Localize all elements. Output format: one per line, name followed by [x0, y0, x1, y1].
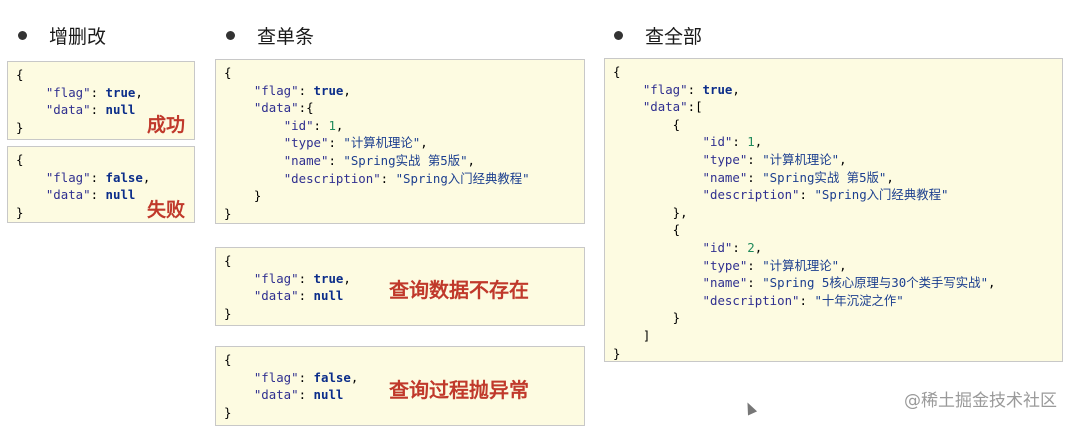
json-key: "type" — [283, 135, 329, 151]
json-key: "description" — [702, 292, 800, 308]
bullet-icon — [226, 31, 235, 40]
json-key: "flag" — [642, 81, 688, 97]
code-line: { — [224, 352, 232, 367]
json-key: "data" — [45, 187, 91, 203]
code-line: }, — [613, 204, 688, 220]
code-line: { — [224, 253, 232, 268]
code-line: "flag": false, — [45, 169, 151, 185]
bullet-icon — [614, 31, 623, 40]
annotation-not-found: 查询数据不存在 — [389, 278, 529, 302]
json-key: "name" — [702, 275, 748, 291]
json-value: "Spring实战 第5版" — [762, 169, 887, 185]
code-line: "name": "Spring实战 第5版", — [702, 169, 894, 185]
code-box-get-all: { "flag": true, "data":[ { "id": 1, "typ… — [604, 58, 1063, 362]
code-line: "type": "计算机理论", — [702, 257, 847, 273]
json-key: "name" — [283, 152, 329, 168]
json-key: "type" — [702, 151, 748, 167]
json-value: false — [105, 169, 143, 185]
json-key: "data" — [253, 288, 299, 304]
code-line: "data":{ — [253, 100, 314, 116]
code-line: "id": 1, — [702, 134, 763, 150]
json-key: "flag" — [45, 84, 91, 100]
code-line: { — [613, 116, 681, 132]
json-value: "Spring实战 第5版" — [343, 152, 468, 168]
json-key: "data" — [253, 387, 299, 403]
json-key: "flag" — [253, 369, 299, 385]
code-line: "description": "十年沉淀之作" — [702, 292, 904, 308]
annotation-success: 成功 — [147, 114, 186, 136]
json-key: "id" — [702, 239, 733, 255]
json-value: "Spring入门经典教程" — [395, 170, 530, 186]
code-line: "name": "Spring 5核心原理与30个类手写实战", — [702, 275, 996, 291]
code-line: "flag": true, — [45, 84, 143, 100]
json-value: "计算机理论" — [343, 135, 421, 151]
bullet-icon — [18, 31, 27, 40]
json-key: "flag" — [45, 169, 91, 185]
code-line: } — [613, 345, 621, 361]
json-value: "计算机理论" — [762, 257, 840, 273]
code-line: { — [16, 152, 24, 167]
code-line: { — [224, 65, 232, 80]
code-line: "data":[ — [642, 99, 703, 115]
json-key: "data" — [253, 100, 299, 116]
code-line: "flag": true, — [253, 82, 351, 98]
code-line: } — [224, 205, 232, 221]
heading-crud-text: 增删改 — [49, 26, 107, 48]
json-value: null — [313, 387, 344, 403]
mouse-cursor-icon — [742, 400, 758, 416]
code-line: { — [613, 64, 621, 79]
code-box-get-one: { "flag": true, "data":{ "id": 1, "type"… — [215, 59, 585, 224]
json-value: true — [313, 270, 344, 286]
watermark: @稀土掘金技术社区 — [904, 391, 1057, 411]
json-value: true — [105, 84, 136, 100]
json-value: null — [313, 288, 344, 304]
code-line: { — [613, 222, 681, 238]
code-line: "description": "Spring入门经典教程" — [702, 187, 949, 203]
heading-get-one: 查单条 — [226, 22, 314, 49]
heading-get-all-text: 查全部 — [645, 26, 703, 48]
code-line: } — [224, 404, 232, 420]
code-line: { — [16, 67, 24, 82]
code-line: "type": "计算机理论", — [283, 135, 428, 151]
code-line: ] — [613, 327, 651, 343]
code-line: } — [613, 310, 681, 326]
json-value: 1 — [747, 134, 755, 150]
annotation-exception: 查询过程抛异常 — [389, 378, 529, 402]
json-value: "十年沉淀之作" — [814, 292, 904, 308]
json-key: "flag" — [253, 82, 299, 98]
code-line: "flag": true, — [642, 81, 740, 97]
code-line: } — [224, 188, 262, 204]
json-value: true — [702, 81, 733, 97]
json-key: "description" — [283, 170, 381, 186]
code-line: "id": 2, — [702, 239, 763, 255]
json-value: "Spring入门经典教程" — [814, 187, 949, 203]
json-key: "id" — [702, 134, 733, 150]
json-value: false — [313, 369, 351, 385]
heading-crud: 增删改 — [18, 22, 106, 49]
code-line: } — [224, 305, 232, 321]
json-value: null — [105, 102, 136, 118]
heading-get-all: 查全部 — [614, 22, 702, 49]
heading-get-one-text: 查单条 — [257, 26, 315, 48]
code-line: "name": "Spring实战 第5版", — [283, 152, 476, 168]
json-key: "type" — [702, 257, 748, 273]
json-value: 1 — [328, 117, 336, 133]
code-line: "id": 1, — [283, 117, 344, 133]
json-key: "data" — [642, 99, 688, 115]
code-line: "description": "Spring入门经典教程" — [283, 170, 530, 186]
annotation-failure: 失败 — [147, 199, 186, 221]
json-value: null — [105, 187, 136, 203]
json-key: "data" — [45, 102, 91, 118]
json-key: "flag" — [253, 270, 299, 286]
json-key: "id" — [283, 117, 314, 133]
json-value: true — [313, 82, 344, 98]
json-key: "name" — [702, 169, 748, 185]
json-value: 2 — [747, 239, 755, 255]
json-key: "description" — [702, 187, 800, 203]
json-value: "Spring 5核心原理与30个类手写实战" — [762, 275, 989, 291]
code-line: "type": "计算机理论", — [702, 151, 847, 167]
json-value: "计算机理论" — [762, 151, 840, 167]
